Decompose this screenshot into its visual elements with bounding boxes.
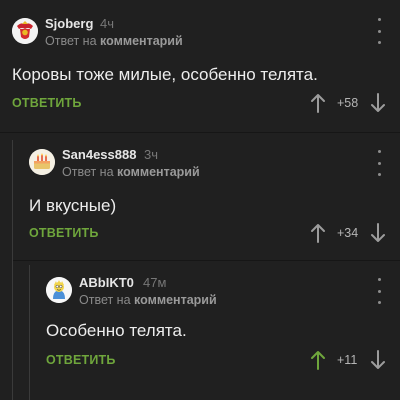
comment-time: 4ч	[100, 16, 115, 31]
reply-prefix: Ответ на	[45, 34, 97, 48]
comment-3: ABbIKT0 47м Ответ на комментарий Особенн…	[0, 260, 400, 400]
upvote-arrow-icon[interactable]	[310, 93, 326, 113]
reply-button[interactable]: ОТВЕТИТЬ	[29, 226, 99, 240]
comment-2: San4ess888 3ч Ответ на комментарий И вку…	[0, 130, 400, 260]
avatar[interactable]	[12, 18, 38, 44]
comment-time: 3ч	[144, 147, 159, 162]
reply-info: Ответ на комментарий	[62, 165, 200, 179]
username[interactable]: Sjoberg	[45, 16, 93, 31]
rating-count: +58	[337, 96, 359, 110]
reply-prefix: Ответ на	[62, 165, 114, 179]
avatar[interactable]	[29, 149, 55, 175]
reply-info: Ответ на комментарий	[45, 34, 183, 48]
reply-target-link[interactable]: комментарий	[100, 34, 183, 48]
reply-prefix: Ответ на	[79, 293, 131, 307]
comment-text: Особенно телята.	[46, 321, 187, 340]
comment-1: Sjoberg 4ч Ответ на комментарий Коровы т…	[0, 0, 400, 130]
more-options-icon[interactable]	[374, 150, 384, 176]
comment-text: Коровы тоже милые, особенно телята.	[12, 65, 318, 84]
comment-text: И вкусные)	[29, 196, 117, 215]
comment-thread: Sjoberg 4ч Ответ на комментарий Коровы т…	[0, 0, 400, 400]
reply-button[interactable]: ОТВЕТИТЬ	[46, 353, 116, 367]
coat-of-arms-icon	[12, 18, 38, 44]
downvote-arrow-icon[interactable]	[370, 350, 386, 370]
reply-target-link[interactable]: комментарий	[134, 293, 217, 307]
reply-info: Ответ на комментарий	[79, 293, 217, 307]
cartoon-character-icon	[46, 277, 72, 303]
cake-icon	[29, 149, 55, 175]
downvote-arrow-icon[interactable]	[370, 223, 386, 243]
upvote-arrow-icon[interactable]	[310, 223, 326, 243]
username[interactable]: ABbIKT0	[79, 275, 134, 290]
reply-target-link[interactable]: комментарий	[117, 165, 200, 179]
username[interactable]: San4ess888	[62, 147, 136, 162]
rating-count: +34	[337, 226, 359, 240]
avatar[interactable]	[46, 277, 72, 303]
more-options-icon[interactable]	[374, 18, 384, 44]
more-options-icon[interactable]	[374, 278, 384, 304]
upvote-arrow-icon[interactable]	[310, 350, 326, 370]
comment-time: 47м	[143, 275, 167, 290]
reply-button[interactable]: ОТВЕТИТЬ	[12, 96, 82, 110]
downvote-arrow-icon[interactable]	[370, 93, 386, 113]
rating-count: +11	[337, 353, 358, 367]
